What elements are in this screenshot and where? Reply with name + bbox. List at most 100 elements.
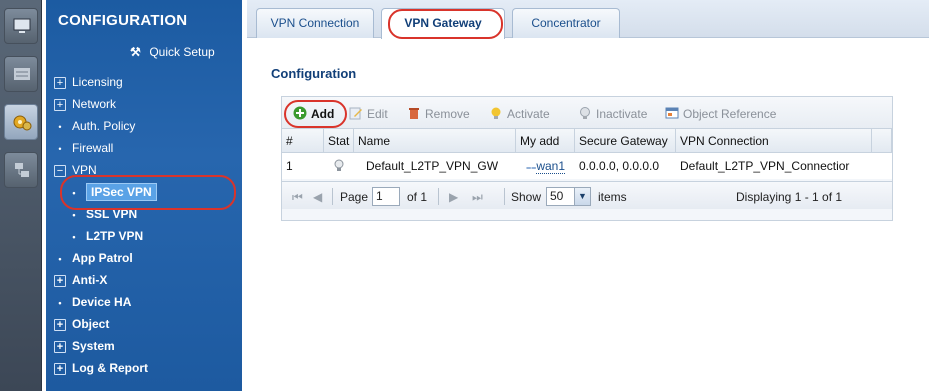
inactivate-button[interactable]: Inactivate: [578, 106, 647, 122]
nav-item-label: App Patrol: [72, 251, 133, 265]
row-filler: [872, 153, 892, 179]
nav-item-l2tp-vpn[interactable]: • L2TP VPN: [68, 226, 238, 246]
expand-icon[interactable]: +: [54, 319, 66, 331]
next-page-icon[interactable]: ▶: [449, 188, 458, 206]
edit-label: Edit: [367, 107, 388, 121]
nav-item-label: Firewall: [72, 141, 114, 155]
lightbulb-off-icon: [580, 107, 590, 119]
stats-icon[interactable]: [4, 56, 38, 92]
activate-label: Activate: [507, 107, 550, 121]
remove-button[interactable]: Remove: [407, 106, 470, 122]
gateway-table-panel: Add Edit Remove Activate Inactivate Obje…: [281, 96, 893, 221]
gears-icon[interactable]: [4, 104, 38, 140]
tab-bar: VPN Connection VPN Gateway Concentrator: [247, 0, 929, 39]
tools-icon: ⚒: [130, 45, 141, 59]
nav-item-system[interactable]: + System: [54, 336, 250, 356]
page-size-select[interactable]: 50 ▼: [546, 187, 591, 206]
last-page-icon[interactable]: ⏭: [472, 188, 483, 206]
pager-divider: [504, 188, 505, 205]
table-toolbar: Add Edit Remove Activate Inactivate Obje…: [282, 97, 892, 129]
row-vpn-connection: Default_L2TP_VPN_Connectior: [676, 153, 872, 179]
expand-icon[interactable]: +: [54, 363, 66, 375]
quick-setup-label: Quick Setup: [149, 45, 215, 59]
nav-item-licensing[interactable]: + Licensing: [54, 72, 250, 92]
bullet-icon: •: [58, 254, 62, 264]
nav-item-app-patrol[interactable]: • App Patrol: [54, 248, 250, 268]
edit-button[interactable]: Edit: [349, 106, 388, 122]
object-reference-button[interactable]: Object Reference: [665, 106, 776, 122]
column-header-number[interactable]: #: [282, 129, 324, 153]
row-my-address[interactable]: ⩵wan1: [516, 153, 575, 179]
trash-icon: [409, 108, 419, 119]
object-reference-icon: [665, 107, 679, 119]
inactivate-label: Inactivate: [596, 107, 648, 121]
tab-vpn-connection[interactable]: VPN Connection: [256, 8, 374, 38]
nav-item-auth-policy[interactable]: • Auth. Policy: [54, 116, 250, 136]
expand-icon[interactable]: +: [54, 341, 66, 353]
nav-item-label: Licensing: [72, 75, 123, 89]
nav-item-label: Network: [72, 97, 117, 111]
pager: ⏮ ◀ Page 1 of 1 ▶ ⏭ Show 50 ▼ items Disp…: [282, 181, 892, 209]
lightbulb-on-icon: [491, 107, 501, 119]
nav-item-firewall[interactable]: • Firewall: [54, 138, 250, 158]
first-page-icon[interactable]: ⏮: [292, 188, 303, 206]
my-address-link[interactable]: wan1: [536, 159, 566, 174]
bullet-icon: •: [58, 298, 62, 308]
nav-item-log-report[interactable]: + Log & Report: [54, 358, 250, 378]
items-label: items: [598, 190, 627, 204]
object-reference-label: Object Reference: [683, 107, 777, 121]
vpn-gateway-highlight: [388, 9, 503, 39]
quick-setup-link[interactable]: ⚒ Quick Setup: [130, 45, 215, 59]
bullet-icon: •: [72, 232, 76, 242]
pager-divider: [332, 188, 333, 205]
expand-icon[interactable]: +: [54, 99, 66, 111]
bullet-icon: •: [58, 144, 62, 154]
pager-divider: [438, 188, 439, 205]
add-button-highlight: [284, 100, 347, 128]
nav-item-device-ha[interactable]: • Device HA: [54, 292, 250, 312]
column-header-name[interactable]: Name: [354, 129, 516, 153]
row-name: Default_L2TP_VPN_GW: [354, 153, 516, 179]
column-header-secure-gateway[interactable]: Secure Gateway: [575, 129, 676, 153]
row-status: [324, 153, 354, 179]
nav-item-label: System: [72, 339, 115, 353]
nav-item-label: Anti-X: [72, 273, 108, 287]
page-input[interactable]: 1: [372, 187, 400, 206]
chevron-down-icon[interactable]: ▼: [574, 188, 590, 205]
nav-item-label: Auth. Policy: [72, 119, 136, 133]
ipsec-vpn-highlight: [60, 175, 236, 210]
nav-item-anti-x[interactable]: + Anti-X: [54, 270, 250, 290]
activate-button[interactable]: Activate: [489, 106, 550, 122]
remove-label: Remove: [425, 107, 470, 121]
column-header-filler: [872, 129, 892, 153]
nav-item-label: Log & Report: [72, 361, 148, 375]
prev-page-icon[interactable]: ◀: [313, 188, 322, 206]
flowchart-icon[interactable]: [4, 152, 38, 188]
nav-item-object[interactable]: + Object: [54, 314, 250, 334]
tab-concentrator[interactable]: Concentrator: [512, 8, 620, 38]
row-number: 1: [282, 153, 324, 179]
monitor-icon[interactable]: [4, 8, 38, 44]
page-count: of 1: [407, 190, 428, 204]
expand-icon[interactable]: +: [54, 77, 66, 89]
bulb-icon: [334, 159, 344, 171]
column-header-status[interactable]: Stat: [324, 129, 354, 153]
row-secure-gateway: 0.0.0.0, 0.0.0.0: [575, 153, 676, 179]
section-title: Configuration: [271, 66, 357, 81]
nav-title: CONFIGURATION: [58, 12, 188, 29]
column-header-my-address[interactable]: My add: [516, 129, 575, 153]
icon-strip: [0, 0, 42, 391]
bullet-icon: •: [58, 122, 62, 132]
nav-item-network[interactable]: + Network: [54, 94, 250, 114]
nav-item-label: Device HA: [72, 295, 132, 309]
nav-item-label: L2TP VPN: [86, 229, 144, 243]
column-header-vpn-connection[interactable]: VPN Connection: [676, 129, 872, 153]
bullet-icon: •: [72, 210, 76, 220]
show-label: Show: [511, 190, 542, 204]
displaying-count: Displaying 1 - 1 of 1: [736, 190, 843, 204]
collapse-icon[interactable]: −: [54, 165, 66, 177]
expand-icon[interactable]: +: [54, 275, 66, 287]
pencil-icon: [349, 107, 362, 120]
nav-item-label: Object: [72, 317, 110, 331]
page-size-value: 50: [550, 189, 564, 203]
